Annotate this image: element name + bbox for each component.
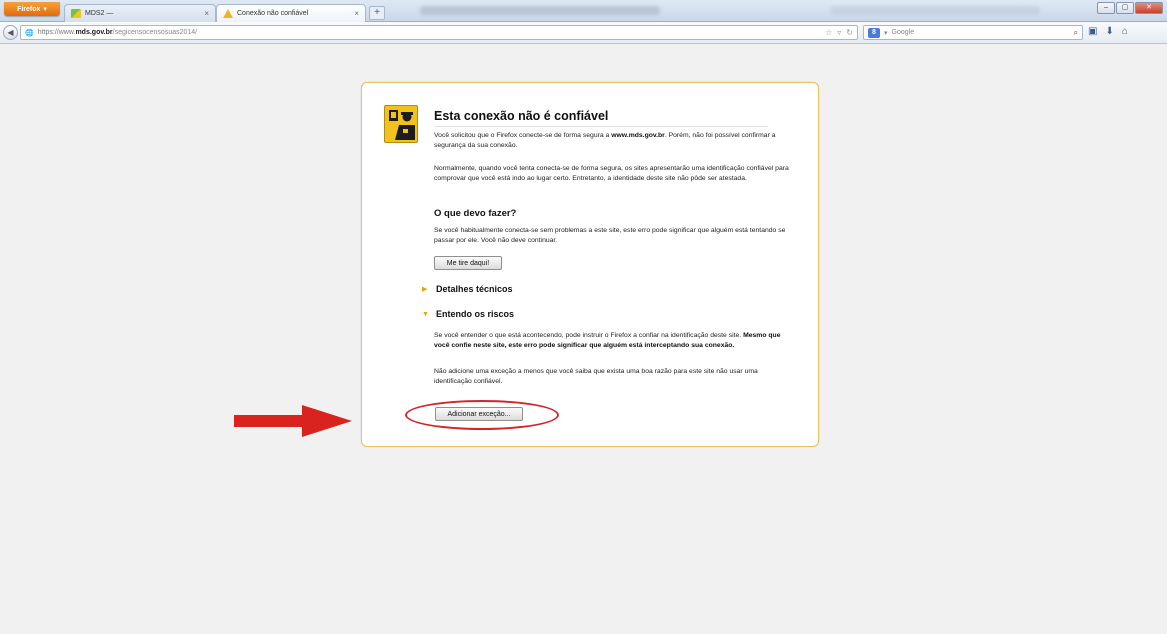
- minimize-button[interactable]: –: [1097, 2, 1115, 14]
- history-dropdown-icon[interactable]: ▿: [837, 28, 841, 37]
- what-should-i-do-text: Se você habitualmente conecta-se sem pro…: [434, 227, 786, 245]
- red-arrow-annotation: [234, 405, 352, 437]
- blurred-window-title: [420, 6, 660, 15]
- tab-title: Conexão não confiável: [237, 10, 309, 17]
- url-scheme: https://www.: [37, 29, 76, 36]
- error-box: Esta conexão não é confiável Você solici…: [361, 82, 819, 447]
- technical-details-label: Detalhes técnicos: [436, 284, 513, 294]
- intro-text: Você solicitou que o Firefox conecte-se …: [434, 132, 612, 139]
- understand-risks-label: Entendo os riscos: [436, 309, 515, 319]
- bookmark-star-icon[interactable]: ☆: [825, 28, 832, 37]
- window-controls: – ▢ ✕: [1097, 2, 1163, 14]
- url-bar-icons: ☆ ▿ ↻: [825, 28, 853, 37]
- back-arrow-icon[interactable]: ◀: [3, 25, 18, 40]
- toolbar-right: ▣ ⬇ ⌂: [1088, 26, 1128, 37]
- warning-icon: [223, 9, 233, 18]
- search-engine-dropdown-icon[interactable]: ▾: [884, 29, 888, 37]
- new-tab-button[interactable]: +: [369, 6, 385, 20]
- chevron-right-icon: ▶: [422, 286, 428, 293]
- tab-title: MDS2 —: [85, 10, 114, 17]
- tab-strip: Firefox ▾ MDS2 — × Conexão não confiável…: [0, 0, 1167, 22]
- site-identity-icon[interactable]: 🌐: [25, 29, 34, 37]
- url-path: /segicensocensosuas2014/: [112, 29, 198, 36]
- close-tab-icon[interactable]: ×: [354, 9, 359, 18]
- no-exception-paragraph: Não adicione uma exceção a menos que voc…: [434, 368, 758, 386]
- get-me-out-button[interactable]: Me tire daqui!: [434, 256, 502, 270]
- search-icon[interactable]: ⌕: [1074, 28, 1078, 38]
- mds-favicon-icon: [71, 9, 81, 18]
- maximize-button[interactable]: ▢: [1116, 2, 1134, 14]
- close-tab-icon[interactable]: ×: [204, 9, 209, 18]
- reload-icon[interactable]: ↻: [846, 28, 853, 37]
- certificate-officer-icon: [384, 105, 418, 143]
- chevron-down-icon: ▼: [422, 310, 429, 318]
- search-bar[interactable]: 8 ▾ Google ⌕: [863, 25, 1083, 40]
- home-icon[interactable]: ⌂: [1122, 26, 1128, 37]
- blurred-window-title: [830, 6, 1040, 15]
- url-text: https://www.mds.gov.br/segicensocensosua…: [38, 29, 197, 36]
- risks-text: Se você entender o que está acontecendo,…: [434, 332, 744, 339]
- search-engine-name: Google: [891, 29, 915, 36]
- url-host: mds.gov.br: [75, 29, 113, 36]
- navigation-toolbar: ◀ 🌐 https://www.mds.gov.br/segicensocens…: [0, 22, 1167, 44]
- close-window-button[interactable]: ✕: [1135, 2, 1163, 14]
- tab-untrusted-connection[interactable]: Conexão não confiável ×: [216, 4, 366, 22]
- url-bar[interactable]: 🌐 https://www.mds.gov.br/segicensocensos…: [20, 25, 858, 40]
- bookmarks-icon[interactable]: ▣: [1088, 26, 1097, 37]
- intro-domain: www.mds.gov.br: [611, 132, 665, 139]
- risks-paragraph: Se você entender o que está acontecendo,…: [434, 331, 794, 352]
- what-should-i-do-heading: O que devo fazer?: [434, 208, 517, 219]
- error-title: Esta conexão não é confiável: [434, 109, 768, 127]
- page-content: Esta conexão não é confiável Você solici…: [0, 44, 1167, 634]
- technical-details-toggle[interactable]: ▶ Detalhes técnicos: [422, 284, 513, 294]
- intro-paragraph: Você solicitou que o Firefox conecte-se …: [434, 131, 794, 152]
- understand-risks-toggle[interactable]: ▼ Entendo os riscos: [422, 309, 514, 319]
- browser-window: Firefox ▾ MDS2 — × Conexão não confiável…: [0, 0, 1167, 634]
- firefox-menu-label: Firefox: [17, 5, 41, 13]
- firefox-menu-button[interactable]: Firefox ▾: [4, 2, 60, 16]
- explanation-paragraph: Normalmente, quando você tenta conecta-s…: [434, 165, 789, 183]
- chevron-down-icon: ▾: [43, 6, 47, 13]
- google-engine-icon[interactable]: 8: [868, 27, 880, 38]
- highlight-ellipse-annotation: [405, 400, 559, 430]
- tab-mds2[interactable]: MDS2 — ×: [64, 4, 216, 22]
- download-icon[interactable]: ⬇: [1105, 26, 1113, 37]
